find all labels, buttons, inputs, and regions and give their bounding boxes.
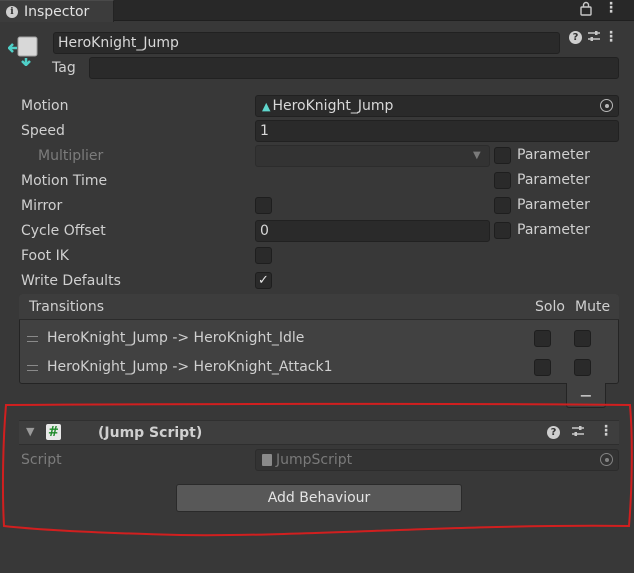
kebab-menu-icon[interactable]: ⋮ — [604, 29, 618, 45]
transitions-title: Transitions — [29, 299, 104, 315]
multiplier-parameter-label: Parameter — [517, 147, 590, 163]
multiplier-parameter-checkbox[interactable] — [494, 147, 511, 164]
multiplier-dropdown[interactable] — [255, 145, 490, 167]
transition-name: HeroKnight_Jump -> HeroKnight_Idle — [47, 330, 305, 346]
motion-label: Motion — [21, 98, 69, 114]
list-item[interactable]: HeroKnight_Jump -> HeroKnight_Attack1 — [21, 355, 617, 381]
sliders-icon[interactable] — [571, 424, 585, 438]
motion-clip-icon: ▲ — [262, 99, 271, 113]
help-icon[interactable]: ? — [569, 31, 582, 44]
object-picker-icon[interactable] — [600, 99, 613, 112]
script-file-icon — [262, 454, 272, 466]
motion-time-parameter-checkbox[interactable] — [494, 172, 511, 189]
multiplier-label: Multiplier — [38, 148, 104, 164]
state-object-icon — [7, 34, 40, 67]
transition-mute-checkbox[interactable] — [574, 330, 591, 347]
sliders-icon[interactable] — [587, 29, 601, 43]
script-value: JumpScript — [276, 452, 353, 468]
transitions-header — [19, 294, 619, 320]
cycle-offset-parameter-label: Parameter — [517, 222, 590, 238]
tag-label: Tag — [52, 60, 76, 76]
transition-solo-checkbox[interactable] — [534, 359, 551, 376]
motion-field[interactable]: ▲ HeroKnight_Jump — [255, 95, 619, 117]
component-title: (Jump Script) — [98, 425, 203, 441]
tab-inspector[interactable]: i Inspector — [0, 0, 114, 22]
script-field: JumpScript — [255, 449, 619, 471]
remove-transition-button[interactable]: − — [566, 383, 606, 408]
add-behaviour-button[interactable]: Add Behaviour — [176, 484, 462, 512]
chevron-down-icon: ▼ — [473, 150, 481, 161]
transition-name: HeroKnight_Jump -> HeroKnight_Attack1 — [47, 359, 333, 375]
kebab-menu-icon[interactable]: ⋮ — [604, 0, 618, 16]
speed-label: Speed — [21, 123, 65, 139]
foldout-arrow-icon[interactable]: ▼ — [26, 425, 34, 438]
help-icon[interactable]: ? — [547, 426, 560, 439]
script-label: Script — [21, 452, 62, 468]
write-defaults-checkbox[interactable]: ✓ — [255, 272, 272, 289]
info-icon: i — [6, 5, 18, 18]
foot-ik-checkbox[interactable] — [255, 247, 272, 264]
cycle-offset-label: Cycle Offset — [21, 223, 106, 239]
tag-field[interactable] — [89, 57, 619, 79]
write-defaults-label: Write Defaults — [21, 273, 121, 289]
drag-handle-icon[interactable] — [27, 365, 38, 371]
object-name-field[interactable]: HeroKnight_Jump — [53, 32, 560, 54]
mirror-parameter-checkbox[interactable] — [494, 197, 511, 214]
list-item[interactable]: HeroKnight_Jump -> HeroKnight_Idle — [21, 326, 617, 352]
motion-time-label: Motion Time — [21, 173, 108, 189]
motion-time-parameter-label: Parameter — [517, 172, 590, 188]
kebab-menu-icon[interactable]: ⋮ — [599, 423, 613, 439]
object-picker-icon — [600, 453, 613, 466]
tab-inspector-label: Inspector — [24, 3, 90, 20]
cycle-offset-parameter-checkbox[interactable] — [494, 222, 511, 239]
cycle-offset-field[interactable]: 0 — [255, 220, 490, 242]
transition-solo-checkbox[interactable] — [534, 330, 551, 347]
motion-value: HeroKnight_Jump — [272, 98, 394, 114]
drag-handle-icon[interactable] — [27, 336, 38, 342]
csharp-script-icon: # — [46, 424, 61, 440]
transition-mute-checkbox[interactable] — [574, 359, 591, 376]
foot-ik-label: Foot IK — [21, 248, 69, 264]
lock-icon[interactable] — [580, 1, 592, 20]
mirror-parameter-label: Parameter — [517, 197, 590, 213]
speed-field[interactable]: 1 — [255, 120, 619, 142]
solo-column-label: Solo — [535, 299, 565, 315]
mirror-checkbox[interactable] — [255, 197, 272, 214]
mute-column-label: Mute — [575, 299, 611, 315]
mirror-label: Mirror — [21, 198, 63, 214]
